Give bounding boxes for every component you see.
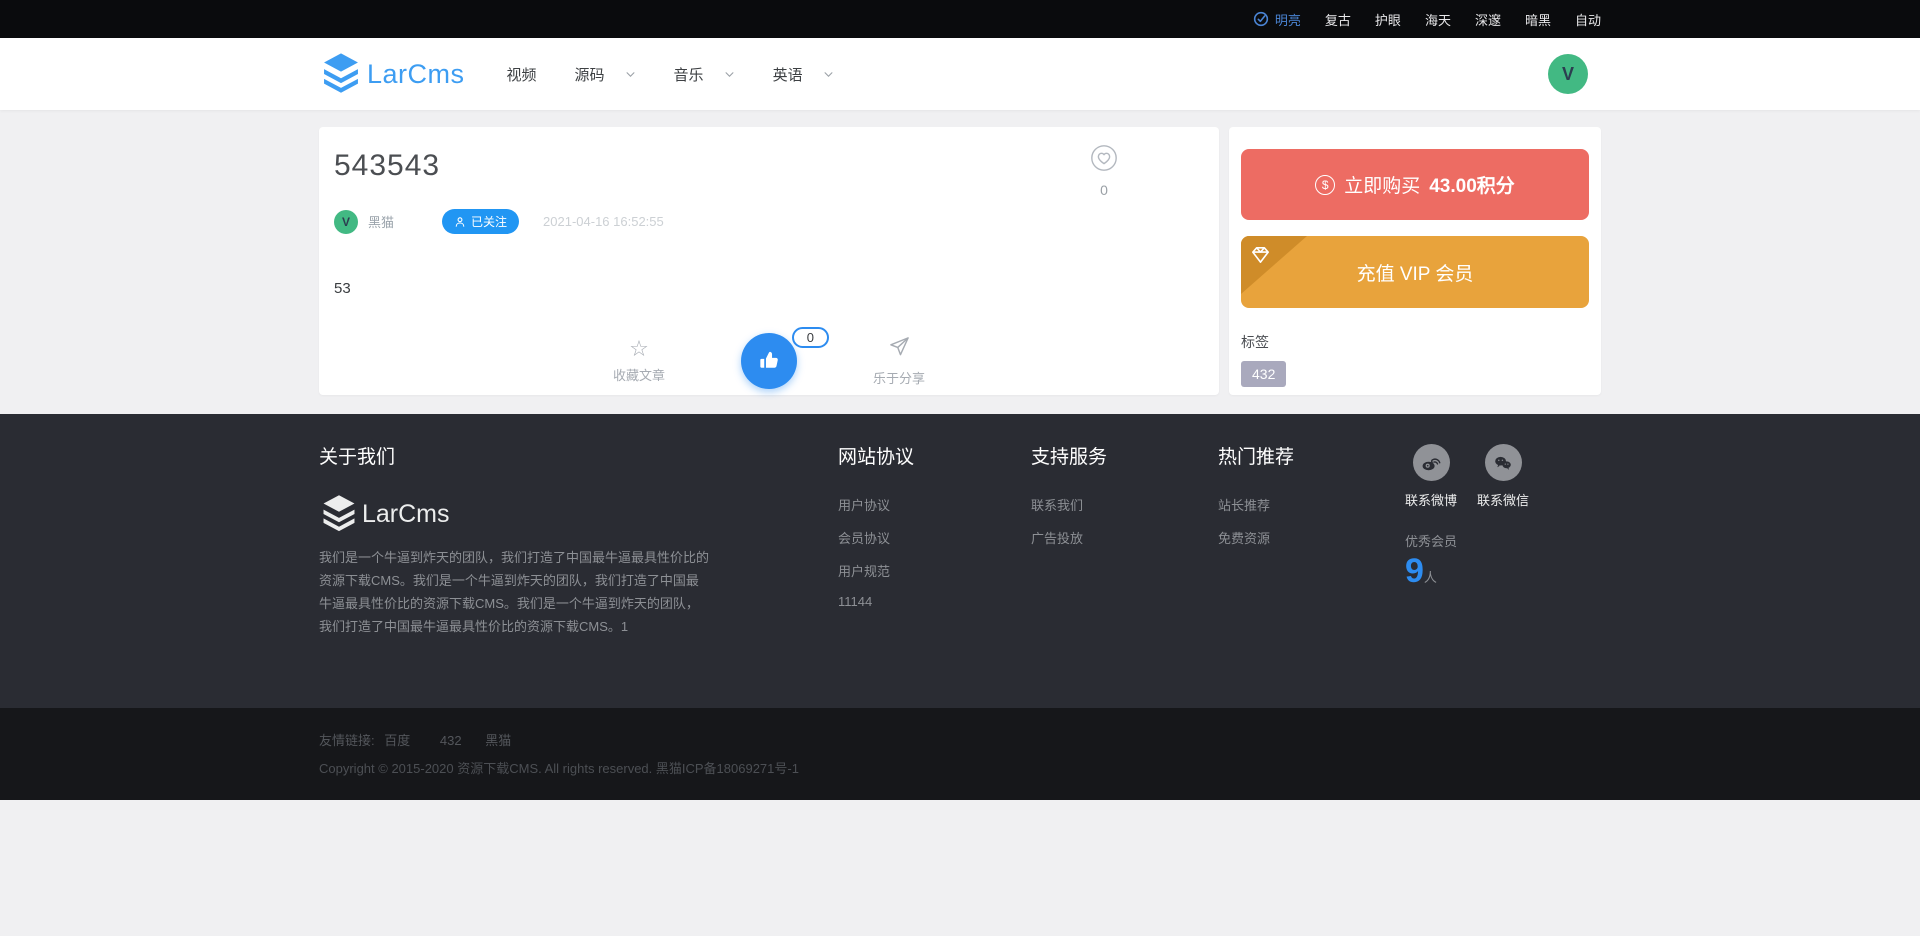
vip-recharge-button[interactable]: 充值 VIP 会员 xyxy=(1241,236,1589,308)
follow-button[interactable]: 已关注 xyxy=(442,209,519,234)
share-label: 乐于分享 xyxy=(859,368,939,387)
friend-links-row: 友情链接: 百度 432 黑猫 xyxy=(319,730,1601,749)
layers-logo-icon xyxy=(319,51,363,97)
brand-name: LarCms xyxy=(367,59,465,90)
chevron-down-icon xyxy=(823,69,834,80)
member-count-row: 9人 xyxy=(1405,552,1529,591)
site-footer: 关于我们 LarCms 我们是一个牛逼到炸天的团队，我们打造了中国最牛逼最具性价… xyxy=(0,414,1920,708)
friend-links-label: 友情链接: xyxy=(319,733,375,748)
buy-points: 43.00积分 xyxy=(1429,171,1515,198)
brand-logo[interactable]: LarCms xyxy=(319,51,465,97)
footer-link-member-agreement[interactable]: 会员协议 xyxy=(838,528,914,547)
weibo-label: 联系微博 xyxy=(1405,490,1457,509)
theme-option-sea[interactable]: 海天 xyxy=(1425,10,1451,29)
theme-option-dark[interactable]: 暗黑 xyxy=(1525,10,1551,29)
article-body: 53 xyxy=(334,280,1204,297)
bottom-bar: 友情链接: 百度 432 黑猫 Copyright © 2015-2020 资源… xyxy=(0,708,1920,800)
theme-bar: 明亮 复古 护眼 海天 深邃 暗黑 自动 xyxy=(0,0,1920,38)
friend-link-432[interactable]: 432 xyxy=(440,733,462,748)
user-avatar[interactable]: V xyxy=(1548,54,1588,94)
footer-about-section: 关于我们 LarCms 我们是一个牛逼到炸天的团队，我们打造了中国最牛逼最具性价… xyxy=(319,442,711,638)
theme-option-auto[interactable]: 自动 xyxy=(1575,10,1601,29)
member-count: 9 xyxy=(1405,552,1424,590)
weibo-contact[interactable]: 联系微博 xyxy=(1405,444,1457,509)
author-name[interactable]: 黑猫 xyxy=(368,212,394,231)
footer-support-title: 支持服务 xyxy=(1031,442,1107,469)
friend-link-heimao[interactable]: 黑猫 xyxy=(485,733,511,748)
footer-link-11144[interactable]: 11144 xyxy=(838,594,914,609)
author-row: V 黑猫 已关注 2021-04-16 16:52:55 xyxy=(334,209,1204,234)
wechat-label: 联系微信 xyxy=(1477,490,1529,509)
nav-item-source[interactable]: 源码 xyxy=(575,64,636,85)
article-like-widget[interactable]: 0 xyxy=(1089,143,1119,198)
site-header: LarCms 视频 源码 音乐 英语 V xyxy=(0,38,1920,110)
footer-agreement-title: 网站协议 xyxy=(838,442,914,469)
follow-button-label: 已关注 xyxy=(471,213,507,230)
purchase-sidebar: 立即购买 43.00积分 充值 VIP 会员 标签 432 xyxy=(1229,127,1601,395)
wechat-icon xyxy=(1485,444,1522,481)
check-circle-icon xyxy=(1253,11,1269,27)
article-like-count: 0 xyxy=(1089,182,1119,198)
chevron-down-icon xyxy=(724,69,735,80)
gem-icon xyxy=(1249,243,1272,272)
article-title: 543543 xyxy=(334,145,1204,187)
footer-hot-title: 热门推荐 xyxy=(1218,442,1294,469)
footer-link-contact-us[interactable]: 联系我们 xyxy=(1031,495,1107,514)
tag-badge[interactable]: 432 xyxy=(1241,361,1286,387)
main-nav: 视频 源码 音乐 英语 xyxy=(507,64,834,85)
friend-link-baidu[interactable]: 百度 xyxy=(384,733,410,748)
footer-link-advertising[interactable]: 广告投放 xyxy=(1031,528,1107,547)
person-icon xyxy=(454,216,466,228)
footer-support-section: 支持服务 联系我们 广告投放 xyxy=(1031,442,1107,561)
layers-logo-icon xyxy=(319,493,359,535)
buy-now-button[interactable]: 立即购买 43.00积分 xyxy=(1241,149,1589,220)
tags-title: 标签 xyxy=(1241,332,1589,352)
footer-link-user-agreement[interactable]: 用户协议 xyxy=(838,495,914,514)
copyright-text: Copyright © 2015-2020 资源下载CMS. All right… xyxy=(319,758,1601,777)
footer-link-free-resources[interactable]: 免费资源 xyxy=(1218,528,1294,547)
like-button-wrap: 0 xyxy=(741,333,797,389)
favorite-button[interactable]: ☆ 收藏文章 xyxy=(599,338,679,384)
theme-option-retro[interactable]: 复古 xyxy=(1325,10,1351,29)
like-button[interactable] xyxy=(741,333,797,389)
author-avatar[interactable]: V xyxy=(334,210,358,234)
member-title: 优秀会员 xyxy=(1405,531,1529,550)
star-icon: ☆ xyxy=(599,338,679,360)
nav-item-english[interactable]: 英语 xyxy=(773,64,834,85)
nav-item-video[interactable]: 视频 xyxy=(507,64,537,85)
chevron-down-icon xyxy=(625,69,636,80)
share-button[interactable]: 乐于分享 xyxy=(859,335,939,387)
publish-date: 2021-04-16 16:52:55 xyxy=(543,214,664,229)
heart-circle-icon xyxy=(1089,143,1119,173)
footer-link-user-rules[interactable]: 用户规范 xyxy=(838,561,914,580)
footer-about-title: 关于我们 xyxy=(319,442,711,469)
theme-option-deep[interactable]: 深邃 xyxy=(1475,10,1501,29)
vip-button-label: 充值 VIP 会员 xyxy=(1357,259,1474,286)
footer-social-section: 联系微博 联系微信 优秀 xyxy=(1405,444,1529,591)
main-content: 543543 0 V 黑猫 xyxy=(0,110,1920,414)
footer-brand-name: LarCms xyxy=(362,500,450,529)
buy-label: 立即购买 xyxy=(1344,171,1420,198)
like-count-badge: 0 xyxy=(792,327,829,348)
member-unit: 人 xyxy=(1424,570,1437,585)
favorite-label: 收藏文章 xyxy=(599,365,679,384)
thumb-up-icon xyxy=(756,348,782,374)
footer-link-webmaster-picks[interactable]: 站长推荐 xyxy=(1218,495,1294,514)
theme-option-label: 明亮 xyxy=(1275,10,1301,29)
footer-hot-section: 热门推荐 站长推荐 免费资源 xyxy=(1218,442,1294,561)
dollar-circle-icon xyxy=(1315,175,1335,195)
theme-option-eyecare[interactable]: 护眼 xyxy=(1375,10,1401,29)
theme-option-bright[interactable]: 明亮 xyxy=(1253,10,1301,29)
wechat-contact[interactable]: 联系微信 xyxy=(1477,444,1529,509)
footer-about-text: 我们是一个牛逼到炸天的团队，我们打造了中国最牛逼最具性价比的资源下载CMS。我们… xyxy=(319,546,711,638)
footer-brand[interactable]: LarCms xyxy=(319,493,711,535)
article-actions: ☆ 收藏文章 0 xyxy=(334,333,1204,389)
weibo-icon xyxy=(1413,444,1450,481)
footer-agreement-section: 网站协议 用户协议 会员协议 用户规范 11144 xyxy=(838,442,914,623)
page-background-spacer xyxy=(0,800,1920,936)
paper-plane-icon xyxy=(888,335,911,358)
nav-item-music[interactable]: 音乐 xyxy=(674,64,735,85)
article-card: 543543 0 V 黑猫 xyxy=(319,127,1219,395)
